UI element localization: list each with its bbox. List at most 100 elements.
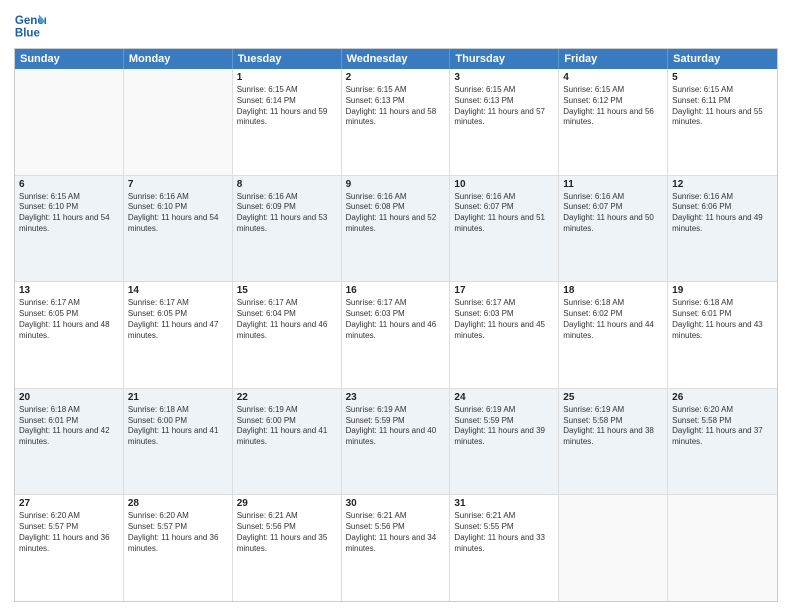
day-cell-1: 1 Sunrise: 6:15 AM Sunset: 6:14 PM Daylig…: [233, 69, 342, 175]
cell-date-number: 23: [346, 392, 446, 403]
logo-icon: General Blue: [14, 10, 46, 42]
cell-info: Sunrise: 6:17 AM Sunset: 6:03 PM Dayligh…: [346, 298, 446, 341]
empty-cell: [668, 495, 777, 601]
cell-info: Sunrise: 6:21 AM Sunset: 5:56 PM Dayligh…: [237, 511, 337, 554]
cell-info: Sunrise: 6:16 AM Sunset: 6:07 PM Dayligh…: [563, 192, 663, 235]
cell-date-number: 26: [672, 392, 773, 403]
day-cell-25: 25 Sunrise: 6:19 AM Sunset: 5:58 PM Dayli…: [559, 389, 668, 495]
day-cell-24: 24 Sunrise: 6:19 AM Sunset: 5:59 PM Dayli…: [450, 389, 559, 495]
cell-date-number: 12: [672, 179, 773, 190]
cell-info: Sunrise: 6:18 AM Sunset: 6:01 PM Dayligh…: [19, 405, 119, 448]
calendar-row-2: 6 Sunrise: 6:15 AM Sunset: 6:10 PM Daylig…: [15, 176, 777, 283]
calendar-row-3: 13Sunrise: 6:17 AM Sunset: 6:05 PM Dayli…: [15, 282, 777, 389]
cell-info: Sunrise: 6:17 AM Sunset: 6:03 PM Dayligh…: [454, 298, 554, 341]
calendar-body: 1 Sunrise: 6:15 AM Sunset: 6:14 PM Daylig…: [15, 69, 777, 601]
cell-info: Sunrise: 6:15 AM Sunset: 6:10 PM Dayligh…: [19, 192, 119, 235]
day-cell-6: 6 Sunrise: 6:15 AM Sunset: 6:10 PM Daylig…: [15, 176, 124, 282]
calendar-row-1: 1 Sunrise: 6:15 AM Sunset: 6:14 PM Daylig…: [15, 69, 777, 176]
day-cell-16: 16 Sunrise: 6:17 AM Sunset: 6:03 PM Dayli…: [342, 282, 451, 388]
page: General Blue SundayMondayTuesdayWednesda…: [0, 0, 792, 612]
cell-date-number: 17: [454, 285, 554, 296]
cell-info: Sunrise: 6:16 AM Sunset: 6:07 PM Dayligh…: [454, 192, 554, 235]
cell-date-number: 25: [563, 392, 663, 403]
day-cell-22: 22Sunrise: 6:19 AM Sunset: 6:00 PM Dayli…: [233, 389, 342, 495]
cell-info: Sunrise: 6:15 AM Sunset: 6:12 PM Dayligh…: [563, 85, 663, 128]
day-header-sunday: Sunday: [15, 49, 124, 69]
cell-info: Sunrise: 6:21 AM Sunset: 5:55 PM Dayligh…: [454, 511, 554, 554]
cell-date-number: 20: [19, 392, 119, 403]
logo: General Blue: [14, 10, 46, 42]
cell-info: Sunrise: 6:15 AM Sunset: 6:14 PM Dayligh…: [237, 85, 337, 128]
cell-info: Sunrise: 6:15 AM Sunset: 6:11 PM Dayligh…: [672, 85, 773, 128]
day-cell-9: 9 Sunrise: 6:16 AM Sunset: 6:08 PM Daylig…: [342, 176, 451, 282]
cell-date-number: 16: [346, 285, 446, 296]
day-cell-11: 11Sunrise: 6:16 AM Sunset: 6:07 PM Dayli…: [559, 176, 668, 282]
empty-cell: [559, 495, 668, 601]
cell-date-number: 8: [237, 179, 337, 190]
cell-info: Sunrise: 6:17 AM Sunset: 6:05 PM Dayligh…: [19, 298, 119, 341]
cell-info: Sunrise: 6:16 AM Sunset: 6:06 PM Dayligh…: [672, 192, 773, 235]
cell-info: Sunrise: 6:16 AM Sunset: 6:08 PM Dayligh…: [346, 192, 446, 235]
cell-date-number: 14: [128, 285, 228, 296]
cell-date-number: 15: [237, 285, 337, 296]
calendar-row-5: 27 Sunrise: 6:20 AM Sunset: 5:57 PM Dayli…: [15, 495, 777, 601]
calendar: SundayMondayTuesdayWednesdayThursdayFrid…: [14, 48, 778, 602]
day-header-friday: Friday: [559, 49, 668, 69]
cell-info: Sunrise: 6:17 AM Sunset: 6:04 PM Dayligh…: [237, 298, 337, 341]
cell-info: Sunrise: 6:21 AM Sunset: 5:56 PM Dayligh…: [346, 511, 446, 554]
cell-info: Sunrise: 6:16 AM Sunset: 6:09 PM Dayligh…: [237, 192, 337, 235]
cell-info: Sunrise: 6:17 AM Sunset: 6:05 PM Dayligh…: [128, 298, 228, 341]
cell-date-number: 19: [672, 285, 773, 296]
calendar-header: SundayMondayTuesdayWednesdayThursdayFrid…: [15, 49, 777, 69]
day-cell-31: 31 Sunrise: 6:21 AM Sunset: 5:55 PM Dayli…: [450, 495, 559, 601]
cell-date-number: 22: [237, 392, 337, 403]
cell-date-number: 29: [237, 498, 337, 509]
cell-date-number: 1: [237, 72, 337, 83]
day-cell-20: 20 Sunrise: 6:18 AM Sunset: 6:01 PM Dayli…: [15, 389, 124, 495]
cell-date-number: 6: [19, 179, 119, 190]
day-cell-28: 28Sunrise: 6:20 AM Sunset: 5:57 PM Dayli…: [124, 495, 233, 601]
cell-date-number: 21: [128, 392, 228, 403]
cell-date-number: 24: [454, 392, 554, 403]
cell-date-number: 9: [346, 179, 446, 190]
cell-info: Sunrise: 6:16 AM Sunset: 6:10 PM Dayligh…: [128, 192, 228, 235]
day-cell-23: 23 Sunrise: 6:19 AM Sunset: 5:59 PM Dayli…: [342, 389, 451, 495]
cell-info: Sunrise: 6:19 AM Sunset: 5:59 PM Dayligh…: [346, 405, 446, 448]
day-cell-30: 30 Sunrise: 6:21 AM Sunset: 5:56 PM Dayli…: [342, 495, 451, 601]
cell-info: Sunrise: 6:15 AM Sunset: 6:13 PM Dayligh…: [454, 85, 554, 128]
cell-date-number: 18: [563, 285, 663, 296]
day-cell-13: 13Sunrise: 6:17 AM Sunset: 6:05 PM Dayli…: [15, 282, 124, 388]
day-cell-10: 10 Sunrise: 6:16 AM Sunset: 6:07 PM Dayli…: [450, 176, 559, 282]
cell-date-number: 2: [346, 72, 446, 83]
cell-date-number: 31: [454, 498, 554, 509]
cell-info: Sunrise: 6:19 AM Sunset: 5:58 PM Dayligh…: [563, 405, 663, 448]
cell-info: Sunrise: 6:20 AM Sunset: 5:58 PM Dayligh…: [672, 405, 773, 448]
cell-date-number: 5: [672, 72, 773, 83]
day-cell-19: 19 Sunrise: 6:18 AM Sunset: 6:01 PM Dayli…: [668, 282, 777, 388]
day-header-thursday: Thursday: [450, 49, 559, 69]
cell-info: Sunrise: 6:18 AM Sunset: 6:00 PM Dayligh…: [128, 405, 228, 448]
empty-cell: [15, 69, 124, 175]
day-cell-8: 8 Sunrise: 6:16 AM Sunset: 6:09 PM Daylig…: [233, 176, 342, 282]
header: General Blue: [14, 10, 778, 42]
day-cell-29: 29 Sunrise: 6:21 AM Sunset: 5:56 PM Dayli…: [233, 495, 342, 601]
cell-info: Sunrise: 6:15 AM Sunset: 6:13 PM Dayligh…: [346, 85, 446, 128]
day-cell-14: 14 Sunrise: 6:17 AM Sunset: 6:05 PM Dayli…: [124, 282, 233, 388]
cell-info: Sunrise: 6:20 AM Sunset: 5:57 PM Dayligh…: [19, 511, 119, 554]
day-cell-3: 3 Sunrise: 6:15 AM Sunset: 6:13 PM Daylig…: [450, 69, 559, 175]
cell-date-number: 3: [454, 72, 554, 83]
empty-cell: [124, 69, 233, 175]
cell-info: Sunrise: 6:18 AM Sunset: 6:01 PM Dayligh…: [672, 298, 773, 341]
cell-info: Sunrise: 6:19 AM Sunset: 5:59 PM Dayligh…: [454, 405, 554, 448]
cell-date-number: 30: [346, 498, 446, 509]
cell-date-number: 27: [19, 498, 119, 509]
day-cell-17: 17 Sunrise: 6:17 AM Sunset: 6:03 PM Dayli…: [450, 282, 559, 388]
cell-date-number: 10: [454, 179, 554, 190]
svg-text:Blue: Blue: [15, 28, 41, 40]
day-cell-27: 27 Sunrise: 6:20 AM Sunset: 5:57 PM Dayli…: [15, 495, 124, 601]
day-header-saturday: Saturday: [668, 49, 777, 69]
cell-date-number: 7: [128, 179, 228, 190]
day-cell-4: 4Sunrise: 6:15 AM Sunset: 6:12 PM Daylig…: [559, 69, 668, 175]
day-cell-7: 7 Sunrise: 6:16 AM Sunset: 6:10 PM Daylig…: [124, 176, 233, 282]
day-cell-15: 15 Sunrise: 6:17 AM Sunset: 6:04 PM Dayli…: [233, 282, 342, 388]
